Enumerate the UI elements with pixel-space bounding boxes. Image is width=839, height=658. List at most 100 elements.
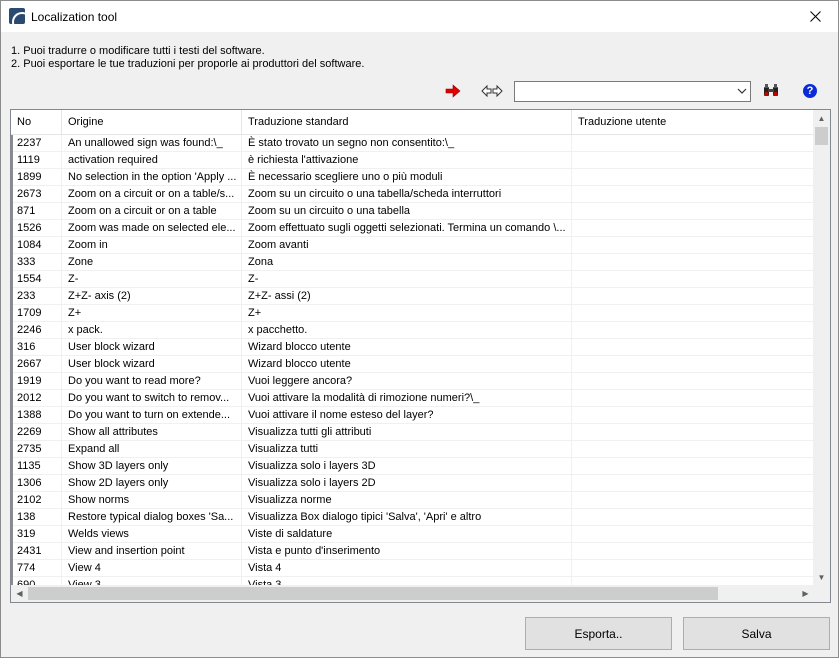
table-row[interactable]: 1388 Do you want to turn on extende... Vuo… bbox=[11, 407, 814, 424]
cell-traduzione-utente[interactable] bbox=[572, 373, 814, 390]
cell-traduzione-utente[interactable] bbox=[572, 169, 814, 186]
table-row[interactable]: 1526 Zoom was made on selected ele... Zoom… bbox=[11, 220, 814, 237]
cell-no: 1554 bbox=[11, 271, 62, 288]
horizontal-scroll-thumb[interactable] bbox=[28, 587, 718, 600]
scroll-corner bbox=[813, 585, 830, 602]
cell-traduzione-utente[interactable] bbox=[572, 441, 814, 458]
vertical-scroll-thumb[interactable] bbox=[815, 127, 828, 145]
scroll-down-icon[interactable]: ▼ bbox=[813, 569, 830, 586]
cell-no: 2102 bbox=[11, 492, 62, 509]
cell-origine: x pack. bbox=[62, 322, 242, 339]
cell-traduzione-standard: Zoom avanti bbox=[242, 237, 572, 254]
vertical-scrollbar[interactable]: ▲ ▼ bbox=[813, 110, 830, 586]
export-button[interactable]: Esporta.. bbox=[525, 617, 672, 650]
language-select[interactable] bbox=[514, 81, 751, 102]
cell-traduzione-utente[interactable] bbox=[572, 475, 814, 492]
table-row[interactable]: 2431 View and insertion point Vista e punt… bbox=[11, 543, 814, 560]
toolbar: ? bbox=[1, 81, 838, 103]
cell-no: 1119 bbox=[11, 152, 62, 169]
cell-traduzione-utente[interactable] bbox=[572, 390, 814, 407]
table-row[interactable]: 1084 Zoom in Zoom avanti bbox=[11, 237, 814, 254]
table-row[interactable]: 871 Zoom on a circuit or on a table Zoom s… bbox=[11, 203, 814, 220]
table-row[interactable]: 2102 Show norms Visualizza norme bbox=[11, 492, 814, 509]
table-row[interactable]: 2667 User block wizard Wizard blocco utent… bbox=[11, 356, 814, 373]
cell-no: 2237 bbox=[11, 135, 62, 152]
cell-traduzione-utente[interactable] bbox=[572, 288, 814, 305]
cell-traduzione-standard: È stato trovato un segno non consentito:… bbox=[242, 135, 572, 152]
cell-origine: View and insertion point bbox=[62, 543, 242, 560]
table-row[interactable]: 1306 Show 2D layers only Visualizza solo i… bbox=[11, 475, 814, 492]
cell-traduzione-utente[interactable] bbox=[572, 543, 814, 560]
table-row[interactable]: 233 Z+Z- axis (2) Z+Z- assi (2) bbox=[11, 288, 814, 305]
table-row[interactable]: 316 User block wizard Wizard blocco utente bbox=[11, 339, 814, 356]
cell-traduzione-utente[interactable] bbox=[572, 526, 814, 543]
cell-origine: Do you want to turn on extende... bbox=[62, 407, 242, 424]
table-row[interactable]: 1135 Show 3D layers only Visualizza solo i… bbox=[11, 458, 814, 475]
table-row[interactable]: 2269 Show all attributes Visualizza tutti … bbox=[11, 424, 814, 441]
cell-no: 1899 bbox=[11, 169, 62, 186]
table-row[interactable]: 1119 activation required è richiesta l'att… bbox=[11, 152, 814, 169]
cell-origine: Welds views bbox=[62, 526, 242, 543]
cell-traduzione-utente[interactable] bbox=[572, 203, 814, 220]
instruction-line-2: 2. Puoi esportare le tue traduzioni per … bbox=[11, 58, 365, 70]
column-header-traduzione-utente[interactable]: Traduzione utente bbox=[572, 110, 814, 135]
cell-origine: Z+ bbox=[62, 305, 242, 322]
cell-traduzione-standard: Zoom su un circuito o una tabella/scheda… bbox=[242, 186, 572, 203]
save-button[interactable]: Salva bbox=[683, 617, 830, 650]
cell-traduzione-utente[interactable] bbox=[572, 356, 814, 373]
table-row[interactable]: 1919 Do you want to read more? Vuoi legger… bbox=[11, 373, 814, 390]
column-header-origine[interactable]: Origine bbox=[62, 110, 242, 135]
cell-traduzione-utente[interactable] bbox=[572, 237, 814, 254]
table-row[interactable]: 2237 An unallowed sign was found:\_ È stat… bbox=[11, 135, 814, 152]
cell-traduzione-utente[interactable] bbox=[572, 186, 814, 203]
cell-traduzione-standard: Visualizza tutti bbox=[242, 441, 572, 458]
binoculars-icon[interactable] bbox=[762, 82, 780, 100]
cell-traduzione-utente[interactable] bbox=[572, 458, 814, 475]
cell-traduzione-utente[interactable] bbox=[572, 271, 814, 288]
table-row[interactable]: 2735 Expand all Visualizza tutti bbox=[11, 441, 814, 458]
cell-traduzione-utente[interactable] bbox=[572, 322, 814, 339]
grid-rows: 2237 An unallowed sign was found:\_ È stat… bbox=[11, 135, 814, 586]
table-row[interactable]: 319 Welds views Viste di saldature bbox=[11, 526, 814, 543]
table-row[interactable]: 2246 x pack. x pacchetto. bbox=[11, 322, 814, 339]
cell-traduzione-utente[interactable] bbox=[572, 407, 814, 424]
cell-traduzione-utente[interactable] bbox=[572, 220, 814, 237]
table-row[interactable]: 1899 No selection in the option 'Apply ..… bbox=[11, 169, 814, 186]
table-row[interactable]: 138 Restore typical dialog boxes 'Sa... Vi… bbox=[11, 509, 814, 526]
cell-traduzione-utente[interactable] bbox=[572, 339, 814, 356]
cell-no: 138 bbox=[11, 509, 62, 526]
cell-no: 1388 bbox=[11, 407, 62, 424]
arrow-right-icon[interactable] bbox=[445, 84, 461, 98]
column-header-no[interactable]: No bbox=[11, 110, 62, 135]
cell-traduzione-utente[interactable] bbox=[572, 135, 814, 152]
cell-no: 2735 bbox=[11, 441, 62, 458]
column-header-traduzione-standard[interactable]: Traduzione standard bbox=[242, 110, 572, 135]
table-row[interactable]: 2673 Zoom on a circuit or on a table/s...… bbox=[11, 186, 814, 203]
cell-no: 2246 bbox=[11, 322, 62, 339]
scroll-right-icon[interactable]: ▶ bbox=[797, 585, 814, 602]
scroll-left-icon[interactable]: ◀ bbox=[11, 585, 28, 602]
swap-arrows-icon[interactable] bbox=[481, 83, 503, 99]
cell-traduzione-standard: Vuoi attivare il nome esteso del layer? bbox=[242, 407, 572, 424]
cell-traduzione-utente[interactable] bbox=[572, 560, 814, 577]
cell-no: 2431 bbox=[11, 543, 62, 560]
table-row[interactable]: 333 Zone Zona bbox=[11, 254, 814, 271]
table-row[interactable]: 774 View 4 Vista 4 bbox=[11, 560, 814, 577]
cell-traduzione-standard: x pacchetto. bbox=[242, 322, 572, 339]
cell-traduzione-utente[interactable] bbox=[572, 424, 814, 441]
table-row[interactable]: 2012 Do you want to switch to remov... Vuo… bbox=[11, 390, 814, 407]
close-icon bbox=[809, 11, 821, 22]
cell-traduzione-utente[interactable] bbox=[572, 305, 814, 322]
cell-traduzione-utente[interactable] bbox=[572, 492, 814, 509]
horizontal-scrollbar[interactable]: ◀ ▶ bbox=[11, 585, 814, 602]
cell-traduzione-utente[interactable] bbox=[572, 509, 814, 526]
cell-origine: Expand all bbox=[62, 441, 242, 458]
scroll-up-icon[interactable]: ▲ bbox=[813, 110, 830, 127]
help-icon[interactable]: ? bbox=[803, 84, 817, 98]
cell-traduzione-utente[interactable] bbox=[572, 152, 814, 169]
table-row[interactable]: 1554 Z- Z- bbox=[11, 271, 814, 288]
close-button[interactable] bbox=[792, 1, 838, 32]
table-row[interactable]: 1709 Z+ Z+ bbox=[11, 305, 814, 322]
cell-origine: Show 3D layers only bbox=[62, 458, 242, 475]
cell-traduzione-utente[interactable] bbox=[572, 254, 814, 271]
